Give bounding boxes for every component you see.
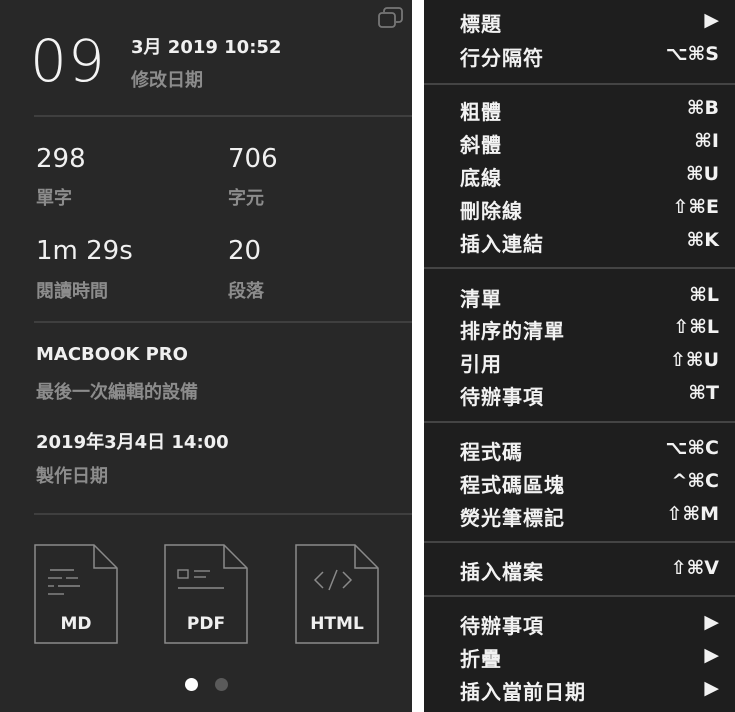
menu-item-shortcut: ⇧⌘M xyxy=(666,503,719,525)
char-count-label: 字元 xyxy=(228,188,264,209)
menu-item-ordered-list[interactable]: 排序的清單 ⇧⌘L xyxy=(424,312,735,345)
device-label: 最後一次編輯的設備 xyxy=(36,382,198,403)
export-md-label: MD xyxy=(60,614,92,634)
menu-item-shortcut: ⇧⌘E xyxy=(672,196,719,218)
menu-item-shortcut: ⌘L xyxy=(689,284,719,306)
menu-item-shortcut: ⌘U xyxy=(685,163,719,185)
menu-item-code-block[interactable]: 程式碼區塊 ^⌘C xyxy=(424,466,735,499)
export-pdf-label: PDF xyxy=(186,614,226,634)
document-info-panel: 09 3月 2019 10:52 修改日期 298 單字 706 字元 1m 2… xyxy=(0,0,412,712)
menu-item-label: 刪除線 xyxy=(460,199,523,223)
export-md-button[interactable]: MD xyxy=(34,544,118,644)
divider xyxy=(34,115,412,117)
paragraph-count-label: 段落 xyxy=(228,281,264,302)
menu-item-heading[interactable]: 標題 ▶ xyxy=(424,5,735,38)
page-dot[interactable] xyxy=(215,678,228,691)
modified-label: 修改日期 xyxy=(131,70,203,91)
menu-item-shortcut: ⌘K xyxy=(686,229,719,251)
menu-item-insert-link[interactable]: 插入連結 ⌘K xyxy=(424,225,735,258)
menu-item-shortcut: ⌘T xyxy=(688,382,719,404)
divider xyxy=(34,321,412,323)
device-name: MACBOOK PRO xyxy=(36,344,188,365)
modified-day: 09 xyxy=(30,27,106,95)
menu-item-label: 粗體 xyxy=(460,100,502,124)
menu-item-shortcut: ^⌘C xyxy=(671,470,720,492)
created-label: 製作日期 xyxy=(36,466,108,487)
menu-item-insert-date[interactable]: 插入當前日期 ▶ xyxy=(424,673,735,706)
page-dot-active[interactable] xyxy=(185,678,198,691)
menu-item-todo-submenu[interactable]: 待辦事項 ▶ xyxy=(424,607,735,640)
menu-item-label: 待辦事項 xyxy=(460,614,544,638)
submenu-arrow-icon: ▶ xyxy=(704,9,719,31)
menu-item-line-separator[interactable]: 行分隔符 ⌥⌘S xyxy=(424,39,735,72)
char-count-value: 706 xyxy=(228,144,278,174)
export-html-button[interactable]: HTML xyxy=(295,544,379,644)
menu-item-label: 排序的清單 xyxy=(460,319,565,343)
menu-item-label: 斜體 xyxy=(460,133,502,157)
menu-item-label: 標題 xyxy=(460,12,502,36)
menu-item-label: 插入檔案 xyxy=(460,560,544,584)
copy-icon[interactable] xyxy=(378,7,404,29)
divider xyxy=(34,513,412,515)
word-count-label: 單字 xyxy=(36,188,72,209)
menu-item-label: 引用 xyxy=(460,352,502,376)
export-html-label: HTML xyxy=(310,614,364,634)
created-datetime: 2019年3月4日 14:00 xyxy=(36,432,229,453)
menu-item-shortcut: ⌥⌘C xyxy=(665,437,719,459)
menu-item-label: 清單 xyxy=(460,287,502,311)
menu-item-todo[interactable]: 待辦事項 ⌘T xyxy=(424,378,735,411)
menu-item-label: 插入當前日期 xyxy=(460,680,586,704)
menu-separator xyxy=(424,267,735,269)
menu-item-shortcut: ⇧⌘U xyxy=(670,349,719,371)
menu-item-label: 熒光筆標記 xyxy=(460,506,565,530)
reading-time-label: 閱讀時間 xyxy=(36,281,108,302)
menu-separator xyxy=(424,541,735,543)
menu-separator xyxy=(424,595,735,597)
menu-item-fold[interactable]: 折疊 ▶ xyxy=(424,640,735,673)
menu-item-label: 待辦事項 xyxy=(460,385,544,409)
menu-item-label: 插入連結 xyxy=(460,232,544,256)
modified-datetime: 3月 2019 10:52 xyxy=(131,37,282,58)
export-pdf-button[interactable]: PDF xyxy=(164,544,248,644)
paragraph-count-value: 20 xyxy=(228,236,262,266)
menu-item-italic[interactable]: 斜體 ⌘I xyxy=(424,126,735,159)
menu-item-shortcut: ⌥⌘S xyxy=(665,43,719,65)
menu-item-quote[interactable]: 引用 ⇧⌘U xyxy=(424,345,735,378)
menu-item-list[interactable]: 清單 ⌘L xyxy=(424,280,735,313)
submenu-arrow-icon: ▶ xyxy=(704,677,719,699)
menu-item-shortcut: ⌘B xyxy=(686,97,719,119)
menu-item-label: 折疊 xyxy=(460,647,502,671)
menu-item-code[interactable]: 程式碼 ⌥⌘C xyxy=(424,433,735,466)
panel-gap xyxy=(412,0,424,712)
menu-separator xyxy=(424,421,735,423)
menu-item-label: 底線 xyxy=(460,166,502,190)
menu-item-shortcut: ⇧⌘L xyxy=(673,316,719,338)
menu-item-shortcut: ⇧⌘V xyxy=(670,557,719,579)
word-count-value: 298 xyxy=(36,144,86,174)
submenu-arrow-icon: ▶ xyxy=(704,644,719,666)
menu-item-shortcut: ⌘I xyxy=(694,130,719,152)
reading-time-value: 1m 29s xyxy=(36,236,133,266)
menu-item-bold[interactable]: 粗體 ⌘B xyxy=(424,93,735,126)
menu-item-label: 行分隔符 xyxy=(460,46,544,70)
menu-item-label: 程式碼 xyxy=(460,440,523,464)
menu-separator xyxy=(424,83,735,85)
menu-item-label: 程式碼區塊 xyxy=(460,473,565,497)
submenu-arrow-icon: ▶ xyxy=(704,611,719,633)
menu-item-strikethrough[interactable]: 刪除線 ⇧⌘E xyxy=(424,192,735,225)
menu-item-highlight[interactable]: 熒光筆標記 ⇧⌘M xyxy=(424,499,735,532)
menu-item-underline[interactable]: 底線 ⌘U xyxy=(424,159,735,192)
menu-item-insert-file[interactable]: 插入檔案 ⇧⌘V xyxy=(424,553,735,586)
format-menu: 標題 ▶ 行分隔符 ⌥⌘S 粗體 ⌘B 斜體 ⌘I 底線 ⌘U 刪除線 ⇧⌘E … xyxy=(424,0,735,712)
